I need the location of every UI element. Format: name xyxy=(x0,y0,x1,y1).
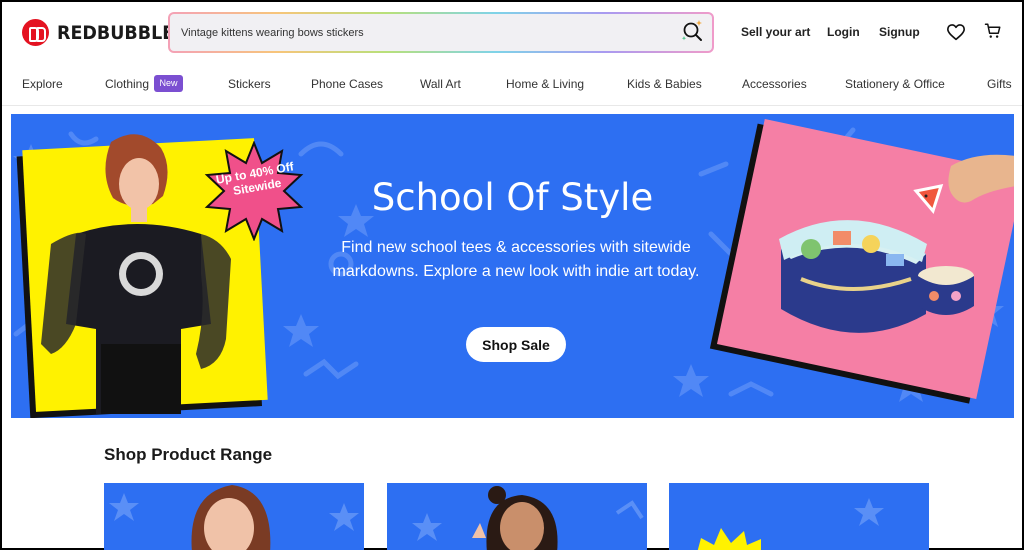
product-card[interactable] xyxy=(387,483,647,550)
top-header: REDBUBBLE Vintage kittens wearing bows s… xyxy=(2,2,1022,62)
hand-holding-sticker-image xyxy=(913,154,1014,215)
redbubble-logo[interactable]: REDBUBBLE xyxy=(22,19,184,46)
hero-banner[interactable]: Up to 40% Off Sitewide School Of Style F… xyxy=(11,114,1014,418)
nav-item-stickers[interactable]: Stickers xyxy=(228,77,271,91)
heart-icon[interactable] xyxy=(946,23,966,41)
hero-subtitle: Find new school tees & accessories with … xyxy=(332,239,700,280)
product-card-image xyxy=(412,486,644,550)
redbubble-logo-icon xyxy=(22,19,49,46)
cart-icon[interactable] xyxy=(984,22,1002,40)
nav-item-home-living[interactable]: Home & Living xyxy=(506,77,584,91)
sell-your-art-link[interactable]: Sell your art xyxy=(741,25,810,39)
brand-name: REDBUBBLE xyxy=(57,21,175,44)
product-card-image xyxy=(109,485,359,550)
nav-item-phone-cases[interactable]: Phone Cases xyxy=(311,77,383,91)
product-card-image xyxy=(697,498,884,550)
search-icon[interactable] xyxy=(680,19,704,43)
search-input[interactable]: Vintage kittens wearing bows stickers xyxy=(181,27,364,39)
login-link[interactable]: Login xyxy=(827,25,860,39)
new-badge: New xyxy=(154,75,183,92)
nav-item-wall-art[interactable]: Wall Art xyxy=(420,77,461,91)
nav-item-accessories[interactable]: Accessories xyxy=(742,77,807,91)
product-card[interactable] xyxy=(104,483,364,550)
search-bar[interactable]: Vintage kittens wearing bows stickers xyxy=(168,12,714,53)
signup-link[interactable]: Signup xyxy=(879,25,920,39)
nav-item-gifts[interactable]: Gifts xyxy=(987,77,1012,91)
nav-item-stationery-office[interactable]: Stationery & Office xyxy=(845,77,945,91)
shop-sale-button[interactable]: Shop Sale xyxy=(466,327,566,362)
section-title-product-range: Shop Product Range xyxy=(104,445,273,464)
nav-item-kids-babies[interactable]: Kids & Babies xyxy=(627,77,702,91)
product-card[interactable] xyxy=(669,483,929,550)
sticker-lunchbox-image xyxy=(779,220,927,333)
sticker-tin-image xyxy=(918,266,974,315)
nav-item-clothing[interactable]: Clothing xyxy=(105,77,149,91)
nav-item-explore[interactable]: Explore xyxy=(22,77,63,91)
